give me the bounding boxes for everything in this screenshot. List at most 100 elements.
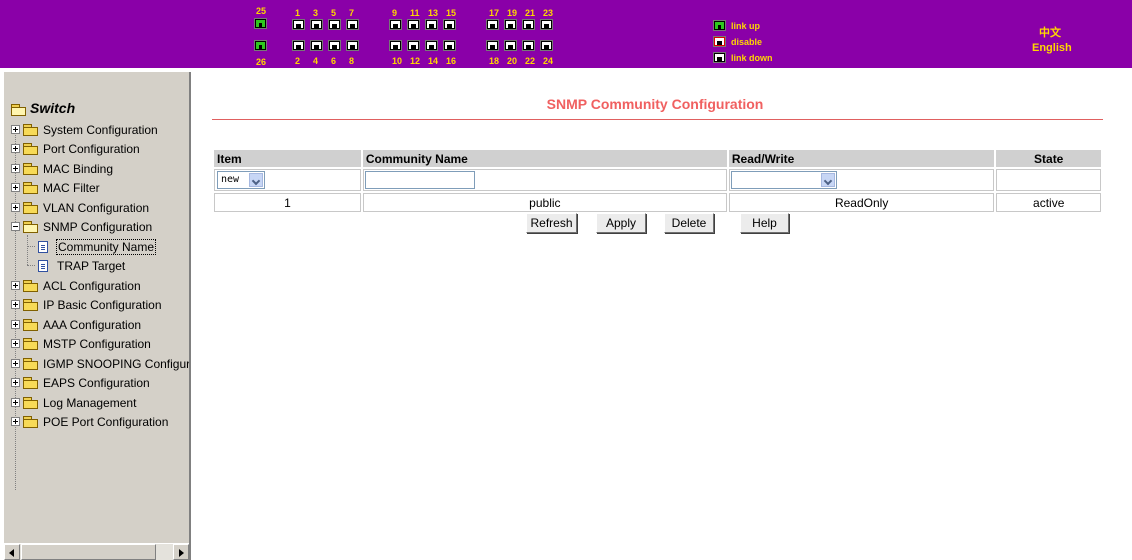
port-23-icon[interactable]	[540, 19, 553, 30]
table-row[interactable]: 1 public ReadOnly active	[214, 193, 1101, 212]
port-number-label: 26	[256, 57, 267, 67]
read-write-cell	[728, 169, 995, 191]
expand-icon[interactable]	[11, 320, 20, 329]
read-write-select[interactable]	[730, 171, 837, 189]
port-number-label: 12	[410, 56, 421, 66]
help-button[interactable]: Help	[740, 213, 789, 233]
port-2-icon[interactable]	[292, 40, 305, 51]
port-7-icon[interactable]	[346, 19, 359, 30]
legend-link-down-label: link down	[731, 53, 773, 63]
expand-icon[interactable]	[11, 203, 20, 212]
english-language-link[interactable]: English	[1032, 42, 1072, 54]
expand-icon[interactable]	[11, 164, 20, 173]
community-name-input[interactable]	[364, 171, 475, 189]
port-number-label: 25	[256, 6, 267, 16]
port-24-icon[interactable]	[540, 40, 553, 51]
port-number-label: 18	[489, 56, 500, 66]
open-folder-icon	[23, 221, 39, 233]
tree-connector	[27, 265, 35, 266]
port-25-icon[interactable]	[254, 18, 267, 29]
navigation-tree: Switch System Configuration Port Configu…	[4, 72, 191, 560]
port-number-label: 22	[525, 56, 536, 66]
folder-icon	[23, 416, 39, 428]
folder-icon	[23, 280, 39, 292]
expand-icon[interactable]	[11, 417, 20, 426]
port-19-icon[interactable]	[504, 19, 517, 30]
port-20-icon[interactable]	[504, 40, 517, 51]
scrollbar-thumb[interactable]	[21, 544, 156, 560]
column-header-read-write: Read/Write	[728, 150, 995, 167]
port-number-label: 6	[331, 56, 337, 66]
tree-root-label: Switch	[30, 100, 76, 116]
port-number-label: 17	[489, 8, 500, 18]
port-13-icon[interactable]	[425, 19, 438, 30]
apply-button[interactable]: Apply	[596, 213, 646, 233]
port-15-icon[interactable]	[443, 19, 456, 30]
port-9-icon[interactable]	[389, 19, 402, 30]
new-entry-row: new	[214, 169, 1101, 191]
expand-icon[interactable]	[11, 281, 20, 290]
port-18-icon[interactable]	[486, 40, 499, 51]
port-number-label: 10	[392, 56, 403, 66]
sidebar-item-label: POE Port Configuration	[43, 415, 169, 429]
sidebar-item-label: IP Basic Configuration	[43, 298, 162, 312]
arrow-left-icon	[9, 549, 14, 557]
port-6-icon[interactable]	[328, 40, 341, 51]
folder-icon	[23, 358, 39, 370]
sidebar-item-label: MAC Filter	[43, 181, 100, 195]
chevron-down-icon	[249, 173, 263, 187]
item-select[interactable]: new	[217, 171, 265, 189]
port-number-label: 24	[543, 56, 554, 66]
refresh-button[interactable]: Refresh	[526, 213, 577, 233]
chinese-language-link[interactable]: 中文	[1039, 24, 1061, 40]
port-1-icon[interactable]	[292, 19, 305, 30]
page-icon	[38, 241, 48, 253]
open-folder-icon	[11, 104, 27, 116]
port-21-icon[interactable]	[522, 19, 535, 30]
scroll-left-button[interactable]	[4, 544, 20, 560]
port-16-icon[interactable]	[443, 40, 456, 51]
expand-icon[interactable]	[11, 125, 20, 134]
expand-icon[interactable]	[11, 144, 20, 153]
expand-icon[interactable]	[11, 300, 20, 309]
port-14-icon[interactable]	[425, 40, 438, 51]
collapse-icon[interactable]	[11, 222, 20, 231]
expand-icon[interactable]	[11, 398, 20, 407]
horizontal-scrollbar[interactable]	[4, 543, 189, 560]
folder-icon	[23, 377, 39, 389]
expand-icon[interactable]	[11, 339, 20, 348]
port-number-label: 3	[313, 8, 319, 18]
expand-icon[interactable]	[11, 378, 20, 387]
expand-icon[interactable]	[11, 183, 20, 192]
folder-icon	[23, 124, 39, 136]
scroll-right-button[interactable]	[173, 544, 189, 560]
folder-icon	[23, 319, 39, 331]
port-number-label: 7	[349, 8, 355, 18]
sidebar-item-label: ACL Configuration	[43, 279, 141, 293]
port-11-icon[interactable]	[407, 19, 420, 30]
sidebar-item-label: EAPS Configuration	[43, 376, 150, 390]
port-26-icon[interactable]	[254, 40, 267, 51]
port-17-icon[interactable]	[486, 19, 499, 30]
table-header-row: Item Community Name Read/Write State	[214, 150, 1101, 167]
expand-icon[interactable]	[11, 359, 20, 368]
port-number-label: 2	[295, 56, 301, 66]
sidebar-item-label: AAA Configuration	[43, 318, 142, 332]
port-5-icon[interactable]	[328, 19, 341, 30]
port-status-banner: 25 26 1 2 3 4 5 6 7 8 9 10 11 12 13 14 15 16 17 18 19 20 21 22 2…	[0, 0, 1132, 68]
item-select-value: new	[221, 174, 240, 185]
delete-button[interactable]: Delete	[664, 213, 714, 233]
port-22-icon[interactable]	[522, 40, 535, 51]
port-4-icon[interactable]	[310, 40, 323, 51]
folder-icon	[23, 397, 39, 409]
item-cell: new	[214, 169, 361, 191]
sidebar-item-label: Port Configuration	[43, 142, 140, 156]
port-10-icon[interactable]	[389, 40, 402, 51]
port-8-icon[interactable]	[346, 40, 359, 51]
chevron-down-icon	[820, 173, 835, 187]
column-header-state: State	[996, 150, 1101, 167]
port-12-icon[interactable]	[407, 40, 420, 51]
port-3-icon[interactable]	[310, 19, 323, 30]
port-number-label: 9	[392, 8, 398, 18]
row-item-cell: 1	[214, 193, 361, 212]
